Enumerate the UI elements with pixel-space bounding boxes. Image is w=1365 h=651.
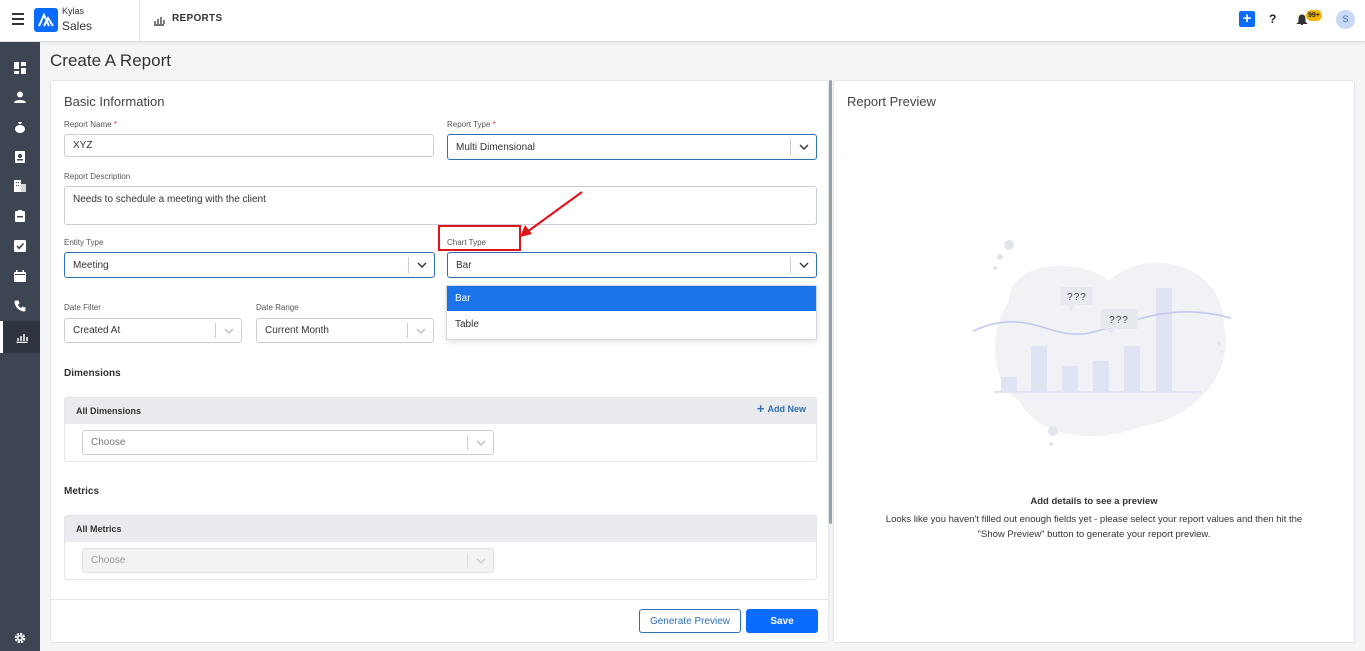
dimensions-title: Dimensions xyxy=(64,368,121,379)
chart-type-option-table[interactable]: Table xyxy=(447,312,816,337)
required-mark: * xyxy=(492,120,496,129)
required-mark: * xyxy=(113,120,117,129)
bubble-text-1: ??? xyxy=(1067,292,1087,303)
generate-preview-button[interactable]: Generate Preview xyxy=(639,609,741,633)
date-filter-label: Date Filter xyxy=(64,303,101,312)
dimension-select[interactable]: Choose xyxy=(82,430,494,455)
report-description-label: Report Description xyxy=(64,172,131,181)
report-description-value: Needs to schedule a meeting with the cli… xyxy=(73,194,266,205)
annotation-arrow xyxy=(520,191,583,237)
entity-type-select[interactable]: Meeting xyxy=(64,252,435,278)
plus-icon[interactable]: + xyxy=(1239,11,1255,27)
date-filter-value: Created At xyxy=(73,325,121,336)
notification-badge: 99+ xyxy=(1306,10,1322,21)
sidebar xyxy=(0,42,40,651)
topbar-divider xyxy=(139,0,140,42)
empty-preview-line-2: "Show Preview" button to generate your r… xyxy=(977,529,1211,540)
report-preview-title: Report Preview xyxy=(847,94,936,109)
empty-preview-illustration: ??? ??? xyxy=(972,240,1232,446)
dashboard-icon[interactable] xyxy=(10,58,30,78)
save-button[interactable]: Save xyxy=(746,609,818,633)
entity-type-value: Meeting xyxy=(73,259,109,271)
help-icon[interactable]: ? xyxy=(1269,12,1276,26)
chart-type-label: Chart Type xyxy=(447,238,486,247)
settings-icon[interactable] xyxy=(10,628,30,648)
chart-type-option-bar[interactable]: Bar xyxy=(447,286,816,311)
calls-icon[interactable] xyxy=(10,296,30,316)
report-name-input[interactable]: XYZ xyxy=(64,134,434,157)
chevron-down-icon[interactable] xyxy=(408,257,434,273)
date-filter-select[interactable]: Created At xyxy=(64,318,242,343)
date-range-label: Date Range xyxy=(256,303,299,312)
form-scrollbar[interactable] xyxy=(829,80,832,524)
section-title: REPORTS xyxy=(172,13,223,24)
empty-preview-line-1: Looks like you haven't filled out enough… xyxy=(885,514,1303,525)
chart-type-dropdown: Bar Table xyxy=(446,285,817,340)
top-bar: Kylas Sales REPORTS + ? 99+ S xyxy=(0,0,1365,42)
date-range-select[interactable]: Current Month xyxy=(256,318,434,343)
report-name-label: Report Name * xyxy=(64,120,117,129)
bubble-text-2: ??? xyxy=(1109,315,1129,326)
metrics-box-header: All Metrics xyxy=(65,516,816,542)
basic-info-title: Basic Information xyxy=(64,94,165,109)
add-new-label: Add New xyxy=(767,404,806,414)
menu-icon[interactable] xyxy=(12,13,24,25)
metric-select[interactable]: Choose xyxy=(82,548,494,573)
deals-icon[interactable] xyxy=(10,117,30,137)
reports-icon xyxy=(153,13,165,26)
chevron-down-icon[interactable] xyxy=(790,139,816,155)
metrics-box-title: All Metrics xyxy=(76,524,122,534)
metrics-title: Metrics xyxy=(64,486,100,497)
logo-icon[interactable] xyxy=(34,8,58,32)
chevron-down-icon[interactable] xyxy=(407,323,433,338)
products-icon[interactable] xyxy=(10,206,30,226)
chart-type-select[interactable]: Bar xyxy=(447,252,817,278)
report-description-textarea[interactable]: Needs to schedule a meeting with the cli… xyxy=(64,186,817,225)
dimension-placeholder: Choose xyxy=(91,437,126,448)
reports-nav-icon[interactable] xyxy=(0,321,40,353)
dimensions-box-header: All Dimensions + Add New xyxy=(65,398,816,424)
page-title: Create A Report xyxy=(50,51,171,70)
leads-icon[interactable] xyxy=(10,147,30,167)
companies-icon[interactable] xyxy=(10,176,30,196)
chart-type-value: Bar xyxy=(456,259,472,271)
metric-placeholder: Choose xyxy=(91,555,126,566)
calendar-icon[interactable] xyxy=(10,266,30,286)
dimensions-box-title: All Dimensions xyxy=(76,406,142,416)
report-type-select[interactable]: Multi Dimensional xyxy=(447,134,817,160)
avatar[interactable]: S xyxy=(1336,10,1355,29)
report-type-value: Multi Dimensional xyxy=(456,141,535,153)
brand-small: Kylas xyxy=(62,6,85,16)
metrics-box: All Metrics Choose xyxy=(64,515,817,580)
plus-icon: + xyxy=(756,401,765,416)
footer-divider xyxy=(51,599,828,600)
brand-app[interactable]: Sales xyxy=(62,19,92,33)
date-range-value: Current Month xyxy=(265,325,329,336)
report-type-label-text: Report Type xyxy=(447,120,491,129)
empty-preview-heading: Add details to see a preview xyxy=(1030,496,1158,507)
chevron-down-icon[interactable] xyxy=(467,553,493,568)
report-form-panel: Basic Information Report Name * XYZ Repo… xyxy=(50,80,829,643)
report-preview-panel: Report Preview ??? ??? Add details to se… xyxy=(833,80,1355,643)
add-dimension-button[interactable]: + Add New xyxy=(756,401,806,416)
contacts-icon[interactable] xyxy=(10,87,30,107)
report-name-label-text: Report Name xyxy=(64,120,112,129)
chevron-down-icon[interactable] xyxy=(790,257,816,273)
dimensions-box: All Dimensions + Add New Choose xyxy=(64,397,817,462)
entity-type-label: Entity Type xyxy=(64,238,104,247)
chevron-down-icon[interactable] xyxy=(467,435,493,450)
report-type-label: Report Type * xyxy=(447,120,496,129)
tasks-icon[interactable] xyxy=(10,236,30,256)
chevron-down-icon[interactable] xyxy=(215,323,241,338)
